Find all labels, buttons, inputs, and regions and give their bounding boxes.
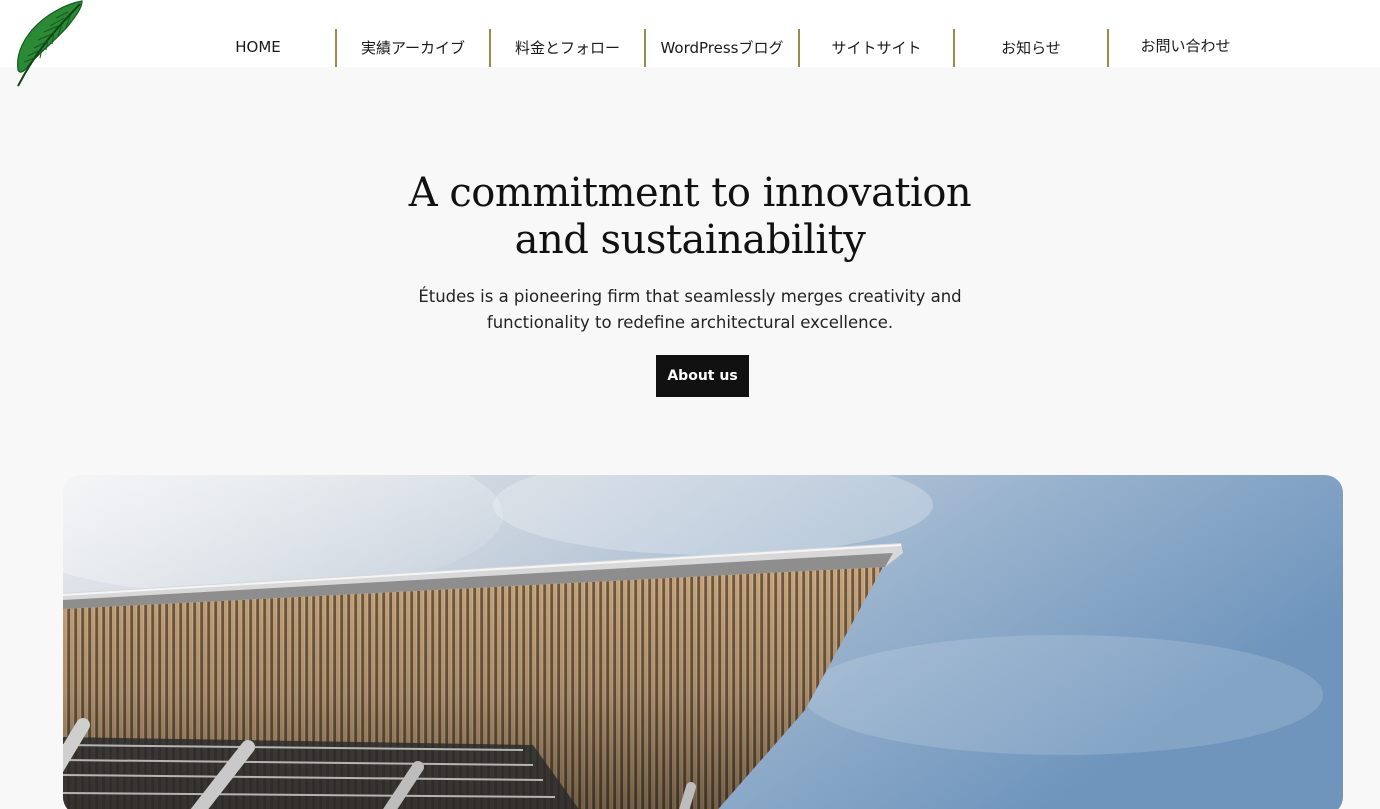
feather-icon[interactable]	[8, 0, 88, 90]
hero-title-line-1: A commitment to innovation	[408, 170, 972, 216]
nav-item-archive[interactable]: 実績アーカイブ	[335, 29, 489, 67]
main-nav: HOME 実績アーカイブ 料金とフォロー WordPressブログ サイトサイト…	[181, 29, 1262, 67]
nav-item-wordpress-blog[interactable]: WordPressブログ	[644, 29, 798, 67]
nav-item-site[interactable]: サイトサイト	[798, 29, 953, 67]
hero-description: Études is a pioneering firm that seamles…	[390, 284, 990, 336]
nav-item-pricing[interactable]: 料金とフォロー	[489, 29, 644, 67]
architecture-canopy-image	[63, 475, 1343, 809]
page: HOME 実績アーカイブ 料金とフォロー WordPressブログ サイトサイト…	[0, 0, 1380, 809]
about-us-button[interactable]: About us	[656, 355, 749, 397]
hero-description-line-1: Études is a pioneering firm that seamles…	[418, 287, 962, 306]
hero-title: A commitment to innovation and sustainab…	[340, 170, 1040, 264]
nav-item-contact[interactable]: お問い合わせ	[1107, 29, 1262, 67]
nav-item-home[interactable]: HOME	[181, 29, 335, 67]
nav-item-news[interactable]: お知らせ	[953, 29, 1107, 67]
site-header: HOME 実績アーカイブ 料金とフォロー WordPressブログ サイトサイト…	[0, 0, 1380, 87]
hero-title-line-2: and sustainability	[514, 217, 866, 263]
hero-description-line-2: functionality to redefine architectural …	[486, 313, 894, 332]
